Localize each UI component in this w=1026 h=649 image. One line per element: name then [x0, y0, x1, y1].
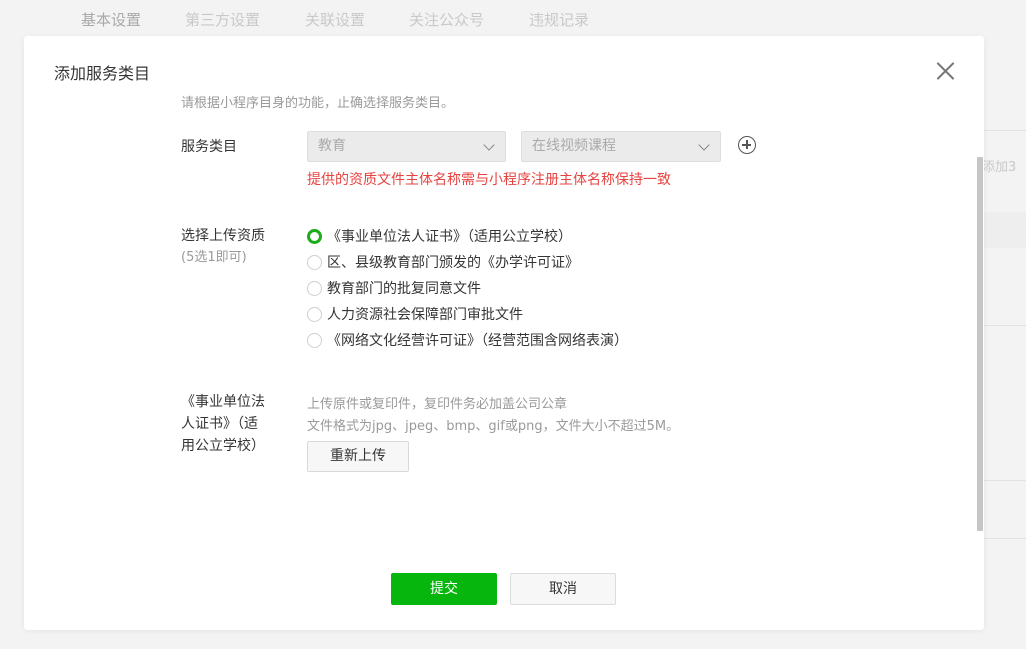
radio-unchecked-icon[interactable] [307, 254, 322, 270]
category-error-message: 提供的资质文件主体名称需与小程序注册主体名称保持一致 [307, 172, 671, 188]
upload-label-line: 人证书》（适 [181, 416, 258, 432]
dialog-hint-text: 请根据小程序目身的功能，止确选择服务类目。 [181, 96, 455, 111]
background-tab-bar: 基本设置 第三方设置 关联设置 关注公众号 违规记录 [0, 0, 1026, 38]
qualification-option[interactable]: 教育部门的批复同意文件 [307, 278, 481, 298]
radio-unchecked-icon[interactable] [307, 306, 322, 322]
service-category-label: 服务类目 [181, 139, 237, 155]
background-divider [984, 130, 1026, 131]
qualification-option[interactable]: 人力资源社会保障部门审批文件 [307, 304, 523, 324]
chevron-down-icon [698, 139, 710, 151]
secondary-category-value: 在线视频课程 [532, 138, 616, 154]
qualification-option-label: 教育部门的批复同意文件 [327, 281, 481, 297]
background-side-text: 添加3 [982, 160, 1017, 175]
background-tab-linked: 关联设置 [305, 11, 366, 29]
background-tab-violations: 违规记录 [529, 11, 590, 29]
background-tab-third-party: 第三方设置 [185, 11, 261, 29]
dialog-title: 添加服务类目 [54, 64, 151, 83]
qualification-option-label: 区、县级教育部门颁发的《办学许可证》 [327, 255, 579, 271]
background-divider [984, 325, 1026, 326]
qualification-option[interactable]: 《网络文化经营许可证》（经营范围含网络表演） [307, 330, 628, 350]
qualification-option-label: 《事业单位法人证书》（适用公立学校） [327, 229, 572, 245]
upload-format-note: 文件格式为jpg、jpeg、bmp、gif或png，文件大小不超过5M。 [307, 419, 680, 434]
add-service-category-dialog: 添加服务类目 请根据小程序目身的功能，止确选择服务类目。 服务类目 教育 在线视… [24, 36, 984, 630]
background-tab-basic: 基本设置 [81, 11, 142, 29]
qualification-option-label: 人力资源社会保障部门审批文件 [327, 307, 523, 323]
background-row-highlight [984, 212, 1026, 248]
add-circle-icon[interactable] [738, 136, 756, 154]
radio-unchecked-icon[interactable] [307, 280, 322, 296]
secondary-category-select[interactable]: 在线视频课程 [521, 131, 721, 162]
chevron-down-icon [483, 139, 495, 151]
qualification-option[interactable]: 区、县级教育部门颁发的《办学许可证》 [307, 252, 579, 272]
qualification-label: 选择上传资质 [181, 228, 265, 244]
upload-description: 上传原件或复印件，复印件务必加盖公司公章 [307, 397, 568, 412]
primary-category-select[interactable]: 教育 [307, 131, 506, 162]
dialog-scrollbar[interactable] [977, 157, 983, 531]
upload-label-line: 用公立学校） [181, 438, 265, 454]
close-icon[interactable] [930, 56, 960, 86]
qualification-option-label: 《网络文化经营许可证》（经营范围含网络表演） [327, 333, 628, 349]
qualification-option[interactable]: 《事业单位法人证书》（适用公立学校） [307, 226, 572, 246]
cancel-button[interactable]: 取消 [510, 573, 616, 605]
upload-label-line: 《事业单位法 [181, 394, 265, 410]
primary-category-value: 教育 [318, 138, 346, 154]
reupload-button[interactable]: 重新上传 [307, 441, 409, 472]
background-tab-follow-account: 关注公众号 [409, 11, 485, 29]
submit-button[interactable]: 提交 [391, 573, 497, 605]
radio-checked-icon[interactable] [307, 228, 322, 244]
background-divider [984, 538, 1026, 539]
qualification-sub-label: (5选1即可) [181, 250, 247, 265]
radio-unchecked-icon[interactable] [307, 332, 322, 348]
background-divider [984, 480, 1026, 481]
